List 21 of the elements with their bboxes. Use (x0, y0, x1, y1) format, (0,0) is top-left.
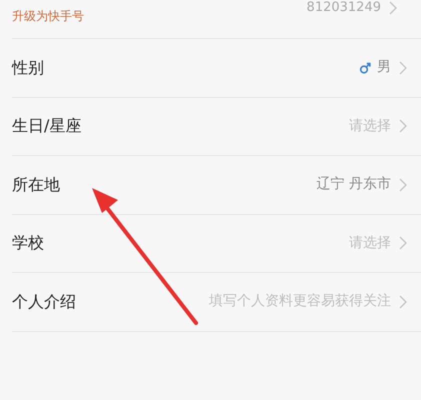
chevron-right-icon (399, 119, 407, 134)
row-label: 生日/星座 (12, 115, 82, 138)
row-label: 性别 (12, 56, 44, 79)
chevron-right-icon (399, 178, 407, 192)
row-value: 男 (377, 58, 391, 78)
row-value: 辽宁 丹东市 (316, 175, 391, 194)
chevron-right-icon (399, 294, 407, 309)
row-label: 所在地 (12, 174, 60, 196)
profile-row[interactable]: 性别 男 (12, 39, 421, 98)
chevron-right-icon (399, 60, 407, 75)
row-value: 填写个人资料更容易获得关注 (209, 292, 391, 312)
profile-row[interactable]: 个人介绍 填写个人资料更容易获得关注 (12, 273, 421, 332)
profile-row[interactable]: 生日/星座 请选择 (12, 98, 421, 156)
row-label: 学校 (12, 232, 44, 254)
row-value: 请选择 (349, 116, 391, 136)
row-value: 请选择 (349, 234, 391, 253)
row-label: 个人介绍 (12, 290, 76, 313)
user-id: 812031249 (306, 0, 381, 17)
profile-row[interactable]: 学校 请选择 (12, 214, 421, 273)
chevron-right-icon (389, 0, 397, 15)
chevron-right-icon (399, 236, 407, 250)
